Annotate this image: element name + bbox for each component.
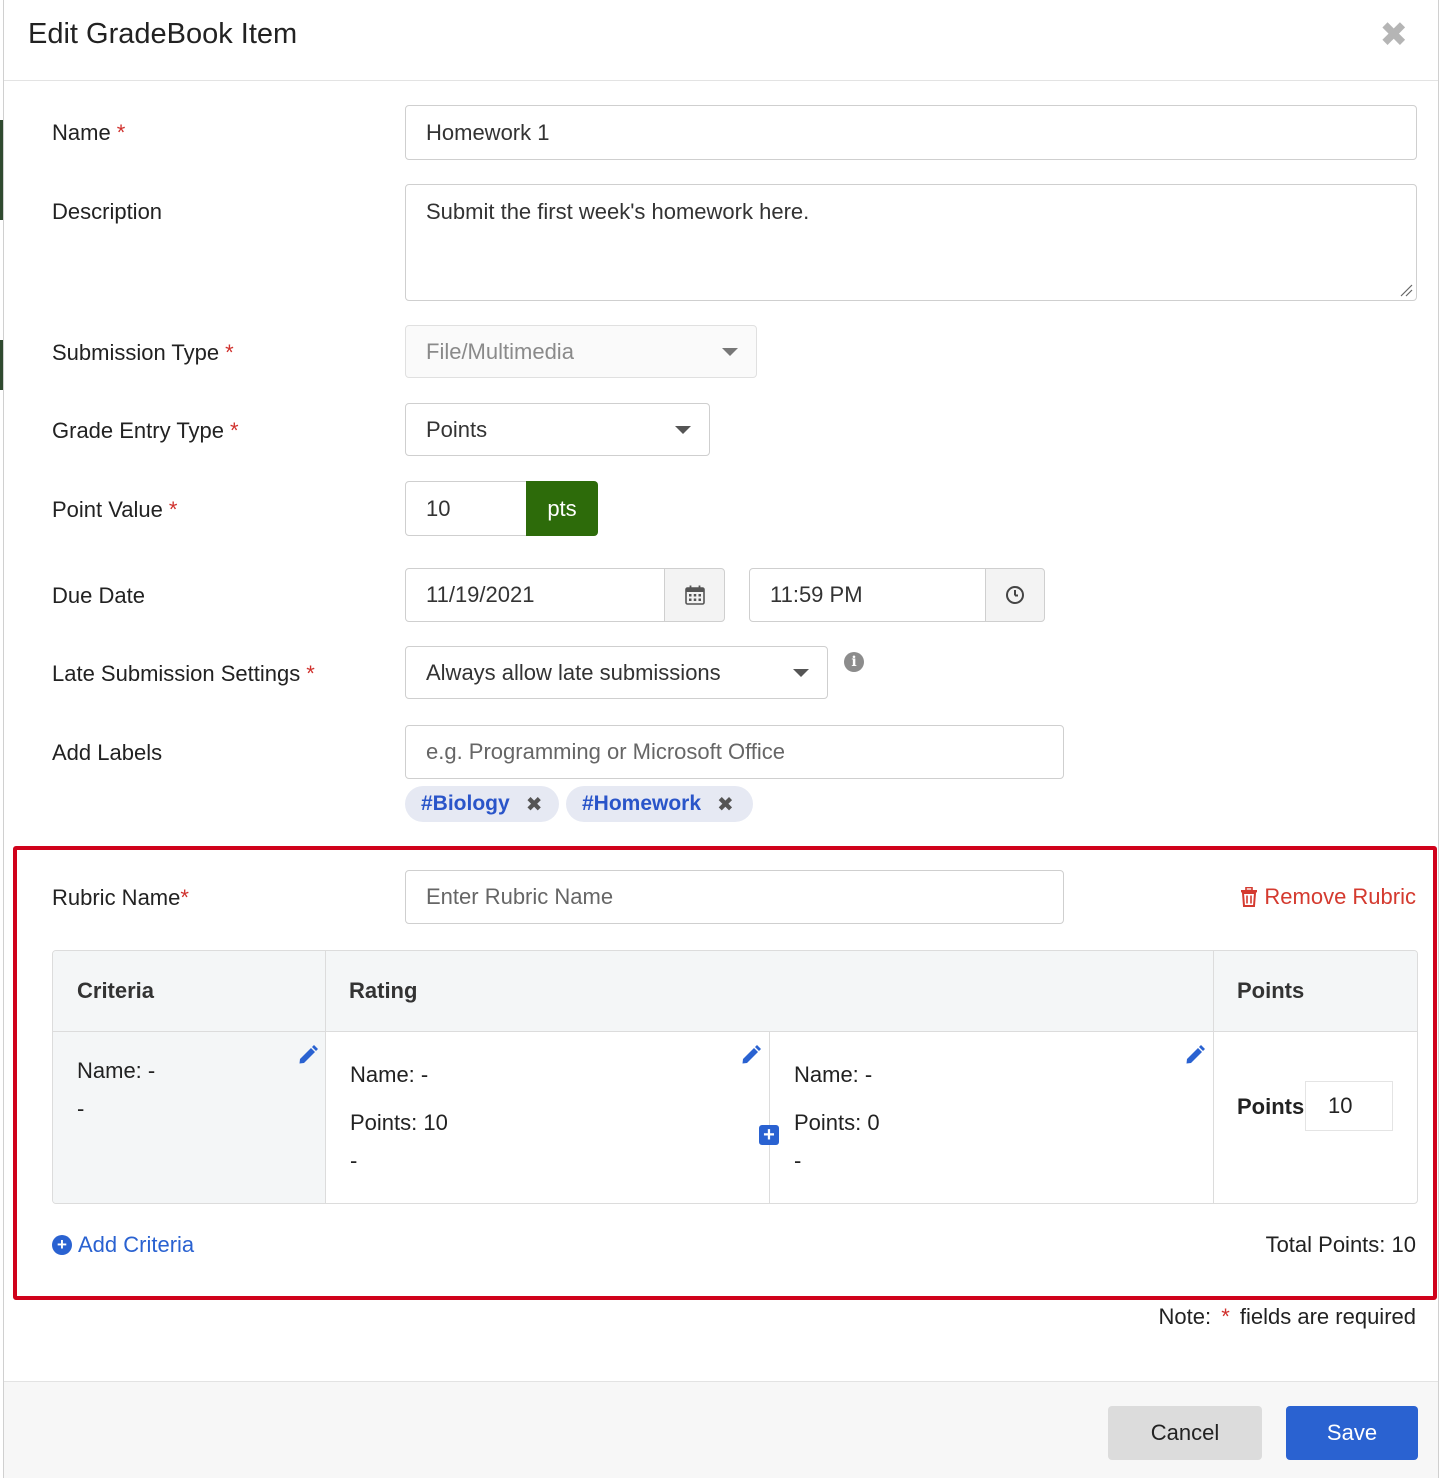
due-date-label: Due Date bbox=[52, 583, 145, 608]
remove-tag-icon[interactable]: ✖ bbox=[526, 792, 543, 817]
due-date-value: 11/19/2021 bbox=[426, 582, 535, 607]
required-mark: * bbox=[306, 661, 315, 686]
required-mark: * bbox=[116, 120, 126, 145]
required-mark: * bbox=[225, 340, 234, 365]
resize-handle-icon[interactable] bbox=[1399, 283, 1413, 297]
grade-entry-type-label-text: Grade Entry Type bbox=[52, 418, 225, 443]
point-value-input[interactable]: 10 bbox=[405, 481, 527, 536]
rating-description: - bbox=[794, 1148, 802, 1173]
info-icon[interactable]: i bbox=[844, 652, 864, 672]
calendar-icon bbox=[684, 585, 705, 605]
rubric-name-placeholder: Enter Rubric Name bbox=[426, 884, 614, 909]
rating-points: Points: 10 bbox=[350, 1110, 448, 1135]
late-submission-label-text: Late Submission Settings bbox=[52, 661, 301, 686]
point-value-value: 10 bbox=[426, 495, 451, 521]
rating-header: Rating bbox=[325, 951, 1213, 1032]
name-input-value: Homework 1 bbox=[426, 119, 550, 145]
note-suffix: fields are required bbox=[1239, 1304, 1416, 1329]
rating-name: Name: - bbox=[350, 1062, 429, 1087]
required-mark: * bbox=[1221, 1304, 1230, 1329]
plus-circle-icon: + bbox=[52, 1235, 72, 1255]
points-input[interactable]: 10 bbox=[1305, 1081, 1393, 1131]
save-button[interactable]: Save bbox=[1286, 1406, 1418, 1460]
point-value-label-text: Point Value bbox=[52, 497, 163, 522]
chevron-down-icon bbox=[793, 668, 809, 677]
rating-cell: Name: - Points: 10 - bbox=[325, 1032, 769, 1203]
clock-button[interactable] bbox=[985, 568, 1045, 622]
description-value: Submit the first week's homework here. bbox=[426, 199, 810, 224]
rating-points: Points: 0 bbox=[794, 1110, 880, 1135]
point-value-label: Point Value * bbox=[52, 497, 177, 523]
add-criteria-button[interactable]: + Add Criteria bbox=[52, 1232, 194, 1258]
dialog-footer: Cancel Save bbox=[4, 1381, 1438, 1478]
due-time-value: 11:59 PM bbox=[770, 582, 863, 607]
submission-type-select[interactable]: File/Multimedia bbox=[405, 325, 757, 378]
labels-placeholder: e.g. Programming or Microsoft Office bbox=[426, 739, 786, 764]
submission-type-label-text: Submission Type bbox=[52, 340, 220, 365]
add-labels-label: Add Labels bbox=[52, 740, 163, 765]
note-prefix: Note: bbox=[1158, 1304, 1212, 1329]
remove-tag-icon[interactable]: ✖ bbox=[717, 792, 734, 817]
criteria-name: Name: - bbox=[77, 1058, 156, 1083]
close-icon[interactable]: ✖ bbox=[1380, 18, 1409, 52]
label-tag-text: #Homework bbox=[582, 792, 702, 815]
pencil-icon[interactable] bbox=[1184, 1044, 1206, 1066]
points-input-value: 10 bbox=[1328, 1093, 1353, 1118]
late-submission-label: Late Submission Settings * bbox=[52, 661, 315, 687]
label-tag: #Homework ✖ bbox=[566, 786, 753, 822]
grade-entry-type-label: Grade Entry Type * bbox=[52, 418, 239, 444]
submission-type-value: File/Multimedia bbox=[426, 338, 574, 364]
total-points: Total Points: 10 bbox=[1265, 1232, 1416, 1257]
rubric-name-input[interactable]: Enter Rubric Name bbox=[405, 870, 1064, 924]
chevron-down-icon bbox=[722, 347, 738, 356]
pencil-icon[interactable] bbox=[740, 1044, 762, 1066]
grade-entry-type-value: Points bbox=[426, 416, 488, 442]
remove-rubric-button[interactable]: Remove Rubric bbox=[1240, 884, 1416, 910]
rubric-name-label-text: Rubric Name bbox=[52, 885, 181, 910]
due-date-input[interactable]: 11/19/2021 bbox=[405, 568, 665, 622]
criteria-cell: Name: - - bbox=[53, 1032, 325, 1203]
clock-icon bbox=[1006, 586, 1024, 604]
late-submission-select[interactable]: Always allow late submissions bbox=[405, 646, 828, 699]
points-label: Points bbox=[1237, 1094, 1305, 1119]
edit-gradebook-dialog: Edit GradeBook Item ✖ Name * Homework 1 D… bbox=[3, 0, 1439, 1478]
required-mark: * bbox=[230, 418, 239, 443]
criteria-description: - bbox=[77, 1096, 85, 1121]
chevron-down-icon bbox=[675, 425, 691, 434]
remove-rubric-label: Remove Rubric bbox=[1264, 884, 1416, 909]
description-label: Description bbox=[52, 199, 163, 224]
required-note: Note: * fields are required bbox=[1158, 1304, 1416, 1330]
pts-addon: pts bbox=[526, 481, 598, 536]
column-divider bbox=[325, 951, 326, 1203]
grade-entry-type-select[interactable]: Points bbox=[405, 403, 710, 456]
due-time-input[interactable]: 11:59 PM bbox=[749, 568, 987, 622]
points-header: Points bbox=[1213, 951, 1417, 1032]
name-input[interactable]: Homework 1 bbox=[405, 105, 1417, 160]
required-mark: * bbox=[180, 885, 189, 910]
submission-type-label: Submission Type * bbox=[52, 340, 234, 366]
criteria-header: Criteria bbox=[53, 951, 325, 1032]
rating-cell: Name: - Points: 0 - bbox=[769, 1032, 1213, 1203]
rubric-name-label: Rubric Name* bbox=[52, 885, 189, 911]
rating-name: Name: - bbox=[794, 1062, 873, 1087]
description-textarea[interactable]: Submit the first week's homework here. bbox=[405, 184, 1417, 301]
late-submission-value: Always allow late submissions bbox=[426, 659, 721, 685]
cancel-button[interactable]: Cancel bbox=[1108, 1406, 1262, 1460]
dialog-title: Edit GradeBook Item bbox=[28, 18, 298, 50]
dialog-header: Edit GradeBook Item ✖ bbox=[4, 0, 1438, 81]
rubric-table: Criteria Rating Points Name: - - Name: -… bbox=[52, 950, 1418, 1204]
label-tag: #Biology ✖ bbox=[405, 786, 559, 822]
calendar-button[interactable] bbox=[664, 568, 725, 622]
pencil-icon[interactable] bbox=[297, 1044, 319, 1066]
label-tag-text: #Biology bbox=[421, 792, 510, 815]
required-mark: * bbox=[168, 497, 178, 522]
name-label: Name * bbox=[52, 120, 125, 146]
labels-input[interactable]: e.g. Programming or Microsoft Office bbox=[405, 725, 1064, 779]
name-label-text: Name bbox=[52, 120, 111, 145]
add-criteria-label: Add Criteria bbox=[78, 1232, 195, 1257]
rating-description: - bbox=[350, 1148, 358, 1173]
trash-icon bbox=[1241, 887, 1258, 907]
